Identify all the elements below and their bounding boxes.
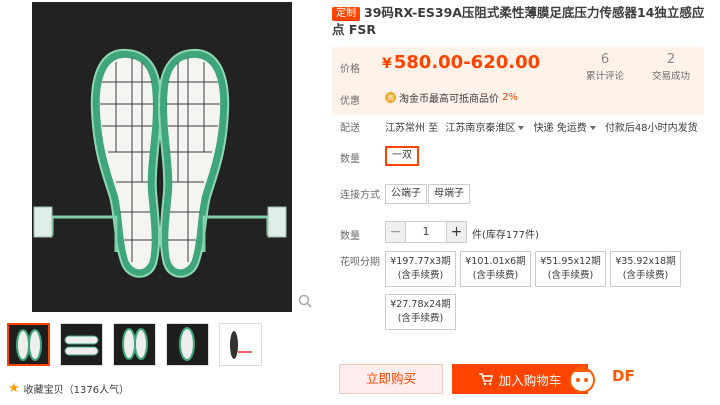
stock-info: 件(库存177件) [472, 230, 539, 241]
reviews-count: 6 [600, 52, 610, 67]
installments-label: 花呗分期 [340, 257, 380, 268]
increase-button[interactable]: + [446, 221, 467, 243]
thumbnail-insole-image [122, 328, 148, 360]
thumbnail-strip [7, 323, 262, 366]
installment-option[interactable]: ¥197.77x3期 (含手续费) [385, 251, 456, 287]
connector-option-female[interactable]: 母端子 [428, 184, 470, 204]
zoom-icon[interactable] [298, 294, 312, 308]
custom-tag: 定制 [332, 7, 360, 21]
installment-option[interactable]: ¥27.78x24期 (含手续费) [385, 294, 456, 330]
quantity-input[interactable]: 1 [406, 221, 446, 243]
installment-option[interactable]: ¥51.95x12期 (含手续费) [535, 251, 606, 287]
connector-label: 连接方式 [340, 190, 380, 201]
chevron-down-icon[interactable] [518, 126, 525, 130]
promo-info: 淘 淘金币最高可抵商品价 2% [385, 90, 518, 105]
installment-option[interactable]: ¥35.92x18期 (含手续费) [610, 251, 681, 287]
connector-option-male[interactable]: 公端子 [385, 184, 427, 204]
thumbnail-1[interactable] [7, 323, 50, 366]
chevron-down-icon[interactable] [589, 126, 596, 130]
shipping-destination[interactable]: 江苏南京秦淮区 [445, 123, 515, 134]
star-icon: ★ [8, 381, 20, 396]
watermark-logo: DF [612, 367, 635, 385]
reviews-stat[interactable]: 6 累计评论 [586, 52, 624, 82]
reviews-label: 累计评论 [586, 71, 625, 82]
installment-note: (含手续费) [397, 270, 444, 281]
currency-symbol: ¥ [382, 56, 392, 72]
price-label: 价格 [340, 64, 360, 75]
installment-note: (含手续费) [622, 270, 669, 281]
thumbnail-insole-image [16, 329, 42, 361]
product-title-text: 39码RX-ES39A压阻式柔性薄膜足底压力传感器14独立感应点 FSR [332, 5, 705, 37]
installment-amount: ¥35.92x18期 [615, 256, 676, 267]
installment-amount: ¥197.77x3期 [390, 256, 451, 267]
price-panel: 价格 ¥580.00-620.00 6 累计评论 2 交易成功 优惠 淘 淘金币… [332, 47, 704, 115]
promo-label: 优惠 [340, 96, 360, 107]
quantity-option-pair[interactable]: 一双 [385, 146, 419, 166]
decrease-button[interactable]: − [385, 221, 406, 243]
thumbnail-insole-image [179, 327, 195, 361]
promo-percent: 2% [502, 92, 518, 103]
sales-count: 2 [666, 52, 676, 67]
favorite-link[interactable]: ★ 收藏宝贝（1376人气） [8, 381, 129, 396]
thumbnail-5[interactable] [219, 323, 262, 366]
delivery-time: 付款后48小时内发货 [604, 123, 698, 134]
dfrobot-mascot-icon [569, 364, 595, 393]
shipping-label: 配送 [340, 123, 360, 134]
product-title: 定制 39码RX-ES39A压阻式柔性薄膜足底压力传感器14独立感应点 FSR [332, 4, 712, 38]
promo-text: 淘金币最高可抵商品价 [399, 94, 499, 105]
sales-label: 交易成功 [652, 71, 691, 82]
taobao-coin-icon: 淘 [385, 92, 396, 103]
thumbnail-4[interactable] [166, 323, 209, 366]
installment-amount: ¥101.01x6期 [465, 256, 526, 267]
shipping-from: 江苏常州 至 [385, 123, 439, 134]
shipping-method[interactable]: 快递 免运费 [534, 123, 587, 134]
buy-now-button[interactable]: 立即购买 [339, 364, 443, 394]
cart-icon [478, 372, 493, 385]
add-to-cart-label: 加入购物车 [498, 372, 562, 388]
thumbnail-2[interactable] [60, 323, 103, 366]
thumbnail-insole-image [64, 335, 99, 356]
installment-note: (含手续费) [547, 270, 594, 281]
price-range: 580.00-620.00 [393, 52, 541, 73]
installment-note: (含手续费) [397, 313, 444, 324]
main-product-image[interactable] [32, 2, 292, 312]
shipping-row: 江苏常州 至 江苏南京秦淮区 快递 免运费 付款后48小时内发货 [385, 119, 698, 134]
quantity-label: 数量 [340, 231, 360, 242]
thumbnail-3[interactable] [113, 323, 156, 366]
product-page: ★ 收藏宝贝（1376人气） 定制 39码RX-ES39A压阻式柔性薄膜足底压力传… [0, 0, 720, 405]
installment-amount: ¥51.95x12期 [540, 256, 601, 267]
installment-option[interactable]: ¥101.01x6期 (含手续费) [460, 251, 531, 287]
thumbnail-insole-image [230, 331, 252, 359]
insole-sensor-illustration [32, 2, 292, 312]
installment-note: (含手续费) [472, 270, 519, 281]
favorite-text: 收藏宝贝（1376人气） [23, 385, 130, 396]
quantity-stepper: − 1 + [385, 221, 467, 243]
installment-amount: ¥27.78x24期 [390, 299, 451, 310]
quantity-option-label: 数量 [340, 154, 360, 165]
sales-stat[interactable]: 2 交易成功 [652, 52, 690, 82]
price-value: ¥580.00-620.00 [382, 52, 540, 73]
